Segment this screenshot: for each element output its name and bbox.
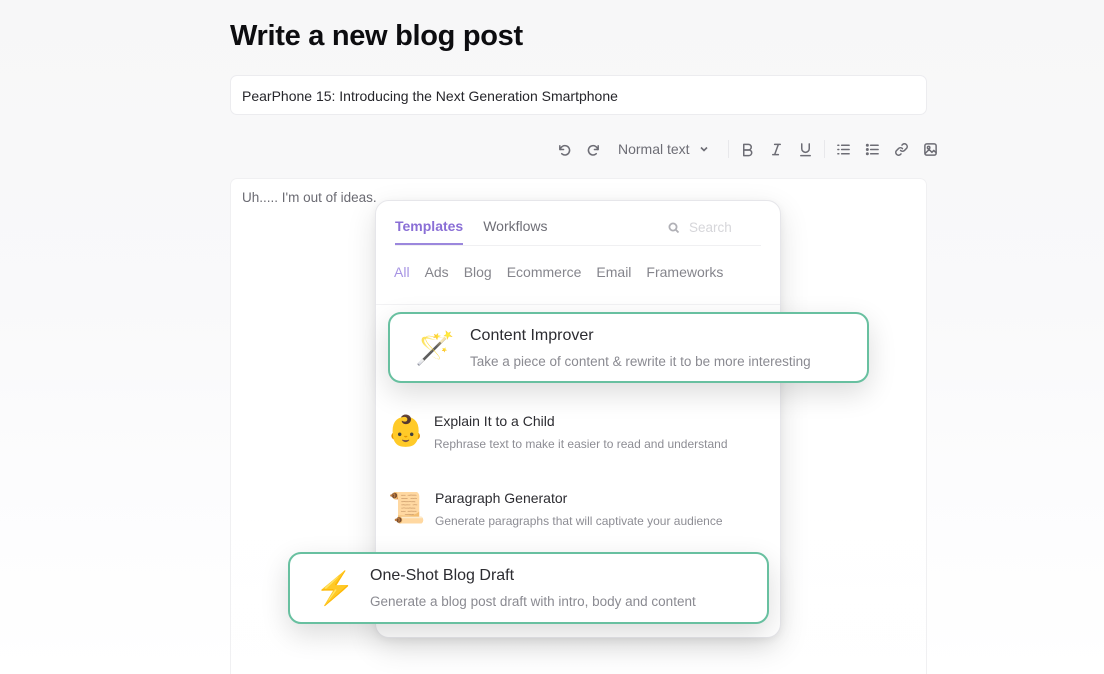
- image-button[interactable]: [916, 136, 945, 162]
- ordered-list-button[interactable]: [829, 136, 858, 162]
- undo-icon: [559, 144, 571, 156]
- toolbar-divider: [823, 140, 825, 158]
- text-style-dropdown[interactable]: Normal text: [618, 141, 710, 157]
- editor-toolbar: Normal text: [550, 136, 945, 162]
- template-explain-it-to-a-child[interactable]: 👶 Explain It to a Child Rephrase text to…: [386, 413, 728, 451]
- template-description: Generate paragraphs that will captivate …: [435, 514, 723, 528]
- redo-icon: [587, 144, 599, 156]
- template-search[interactable]: Search: [668, 220, 732, 235]
- template-name: One-Shot Blog Draft: [370, 567, 515, 584]
- category-ecommerce[interactable]: Ecommerce: [507, 264, 582, 280]
- bold-button[interactable]: [733, 136, 762, 162]
- category-filters: All Ads Blog Ecommerce Email Frameworks: [394, 264, 738, 280]
- text-style-label: Normal text: [618, 141, 690, 157]
- bold-icon: [742, 143, 752, 156]
- template-description: Rephrase text to make it easier to read …: [434, 437, 728, 451]
- template-name: Explain It to a Child: [434, 413, 555, 429]
- image-icon: [923, 142, 937, 156]
- panel-tabs: Templates Workflows: [395, 218, 568, 245]
- undo-button[interactable]: [550, 136, 579, 162]
- lightning-bolt-icon: ⚡: [315, 570, 355, 606]
- magic-wand-icon: 🪄: [415, 329, 455, 366]
- search-icon: [668, 222, 680, 233]
- editor-content[interactable]: Uh..... I'm out of ideas.: [242, 190, 377, 205]
- template-name: Paragraph Generator: [435, 490, 568, 506]
- category-blog[interactable]: Blog: [464, 264, 492, 280]
- chevron-down-icon: [700, 146, 708, 152]
- category-ads[interactable]: Ads: [425, 264, 449, 280]
- italic-button[interactable]: [762, 136, 791, 162]
- underline-button[interactable]: [791, 136, 820, 162]
- scroll-icon: 📜: [388, 492, 426, 525]
- page-title: Write a new blog post: [230, 20, 523, 52]
- category-all[interactable]: All: [394, 264, 410, 280]
- post-title-input[interactable]: PearPhone 15: Introducing the Next Gener…: [230, 75, 927, 115]
- link-icon: [894, 142, 908, 156]
- category-email[interactable]: Email: [596, 264, 631, 280]
- redo-button[interactable]: [579, 136, 608, 162]
- template-description: Generate a blog post draft with intro, b…: [370, 594, 696, 609]
- template-paragraph-generator[interactable]: 📜 Paragraph Generator Generate paragraph…: [387, 490, 723, 528]
- bullet-list-icon: [865, 143, 879, 155]
- tab-templates[interactable]: Templates: [395, 218, 464, 245]
- baby-icon: 👶: [387, 415, 425, 448]
- tab-workflows[interactable]: Workflows: [483, 218, 547, 245]
- italic-icon: [771, 143, 781, 155]
- category-frameworks[interactable]: Frameworks: [646, 264, 723, 280]
- template-content-improver[interactable]: 🪄 Content Improver Take a piece of conte…: [388, 312, 869, 383]
- toolbar-divider: [727, 140, 729, 158]
- tabs-divider: [395, 245, 761, 246]
- categories-divider: [376, 304, 780, 305]
- link-button[interactable]: [887, 136, 916, 162]
- template-one-shot-blog-draft[interactable]: ⚡ One-Shot Blog Draft Generate a blog po…: [288, 552, 769, 624]
- underline-icon: [799, 142, 811, 156]
- list-icon: [836, 144, 850, 154]
- bullet-list-button[interactable]: [858, 136, 887, 162]
- search-placeholder: Search: [689, 220, 732, 235]
- template-description: Take a piece of content & rewrite it to …: [470, 353, 811, 369]
- template-name: Content Improver: [470, 326, 594, 344]
